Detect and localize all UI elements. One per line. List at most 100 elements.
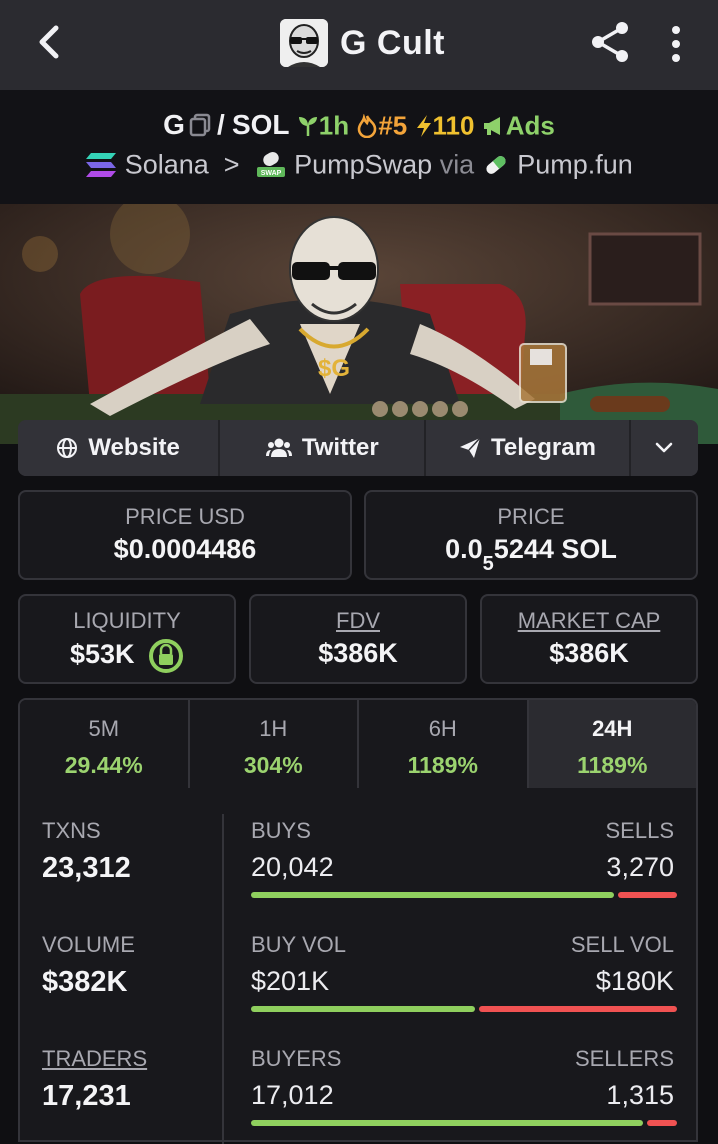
fdv-value: $386K <box>318 638 398 668</box>
liquidity-card: LIQUIDITY $53K <box>18 594 236 684</box>
tab-label: 5M <box>88 716 120 741</box>
price-native-card: PRICE 0.055244 SOL <box>364 490 698 580</box>
fdv-card: FDV $386K <box>249 594 467 684</box>
twitter-label: Twitter <box>301 434 379 461</box>
users-icon <box>265 438 292 457</box>
tab-change: 1189% <box>407 752 478 778</box>
sell-vol-bar <box>479 1006 677 1012</box>
svg-text:SWAP: SWAP <box>260 170 281 177</box>
breadcrumb-chevron: > <box>216 149 248 180</box>
pair-separator: / <box>216 109 225 141</box>
sell-vol-label: SELL VOL <box>570 932 674 957</box>
traders-label[interactable]: TRADERS <box>42 1046 147 1072</box>
sellers-label: SELLERS <box>574 1046 674 1071</box>
more-icon[interactable] <box>664 24 688 64</box>
txns-label: TXNS <box>42 818 101 843</box>
boost-tag[interactable]: 110 <box>415 109 482 140</box>
tab-change: 304% <box>243 752 303 778</box>
txns-value: 23,312 <box>42 852 131 884</box>
pill-icon <box>486 156 506 174</box>
social-links: Website Twitter Telegram <box>18 420 698 476</box>
price-native-prefix: 0.0 <box>445 534 483 564</box>
traders-value: 17,231 <box>42 1080 131 1112</box>
svg-text:$G: $G <box>318 355 350 382</box>
buyers-bar <box>251 1120 643 1126</box>
page-title: G Cult <box>340 23 445 62</box>
website-button[interactable]: Website <box>18 420 221 476</box>
sells-value: 3,270 <box>606 852 674 882</box>
bolt-icon <box>416 114 431 137</box>
transaction-stats: TXNS 23,312 BUYS 20,042 SELLS 3,270 VOLU… <box>18 788 698 1144</box>
tab-1h[interactable]: 1H 304% <box>189 700 359 788</box>
market-cap-label[interactable]: MARKET CAP <box>482 608 696 634</box>
pair-quote-symbol: SOL <box>231 109 290 141</box>
liquidity-label: LIQUIDITY <box>73 608 181 633</box>
tab-change: 1189% <box>577 752 648 778</box>
globe-icon <box>57 438 78 458</box>
ads-tag[interactable]: Ads <box>482 109 555 140</box>
more-links-button[interactable] <box>630 420 698 476</box>
price-usd-value: $0.0004486 <box>113 534 257 564</box>
dex-link[interactable]: PumpSwap <box>294 149 432 179</box>
buys-label: BUYS <box>251 818 311 843</box>
price-native-label: PRICE <box>497 504 565 529</box>
sells-label: SELLS <box>605 818 675 843</box>
tab-label: 1H <box>259 716 288 741</box>
pair-row: G / SOL 1h #5 110 Ads <box>0 108 718 141</box>
price-usd-card: PRICE USD $0.0004486 <box>18 490 352 580</box>
chain-breadcrumb: Solana > SWAP PumpSwap via Pump.fun <box>0 148 718 180</box>
telegram-label: Telegram <box>491 434 596 461</box>
sell-vol-value: $180K <box>595 966 674 996</box>
buy-vol-bar <box>251 1006 475 1012</box>
pumpswap-icon: SWAP <box>256 151 285 177</box>
tab-24h[interactable]: 24H 1189% <box>528 700 696 788</box>
banner-illustration: $G <box>0 204 718 444</box>
buys-bar <box>251 892 614 898</box>
buyers-label: BUYERS <box>251 1046 342 1071</box>
market-cap-value: $386K <box>549 638 629 668</box>
solana-icon <box>86 152 117 177</box>
timeframe-tabs: 5M 29.44% 1H 304% 6H 1189% 24H 1189% <box>18 698 698 790</box>
fdv-label[interactable]: FDV <box>251 608 465 634</box>
copy-icon[interactable] <box>189 113 211 137</box>
sellers-bar <box>647 1120 677 1126</box>
seedling-icon <box>298 116 317 136</box>
chevron-down-icon <box>656 442 673 453</box>
market-cap-card: MARKET CAP $386K <box>480 594 698 684</box>
volume-label: VOLUME <box>42 932 135 957</box>
launchpad-link[interactable]: Pump.fun <box>517 149 633 179</box>
price-usd-label: PRICE USD <box>125 504 245 529</box>
tab-label: 6H <box>428 716 457 741</box>
back-icon[interactable] <box>30 22 70 62</box>
megaphone-icon <box>483 116 500 135</box>
rank-tag[interactable]: #5 <box>356 109 414 140</box>
pair-base-symbol: G <box>163 109 185 141</box>
tab-change: 29.44% <box>64 752 143 778</box>
fire-icon <box>358 113 377 139</box>
token-banner: $G <box>0 204 718 444</box>
age-tag[interactable]: 1h <box>297 109 357 140</box>
buy-vol-label: BUY VOL <box>251 932 346 957</box>
send-icon <box>460 437 481 458</box>
sells-bar <box>618 892 677 898</box>
price-native-value: 0.055244 SOL <box>366 534 696 575</box>
via-label: via <box>439 149 475 180</box>
liquidity-value: $53K <box>69 639 135 670</box>
token-title: G Cult <box>280 18 445 68</box>
share-icon[interactable] <box>588 20 632 64</box>
tab-label: 24H <box>592 716 633 741</box>
token-avatar <box>280 19 328 67</box>
volume-value: $382K <box>42 966 128 998</box>
telegram-button[interactable]: Telegram <box>426 420 631 476</box>
twitter-button[interactable]: Twitter <box>220 420 427 476</box>
buys-value: 20,042 <box>251 852 334 882</box>
tab-5m[interactable]: 5M 29.44% <box>20 700 190 788</box>
lock-icon[interactable] <box>148 638 184 674</box>
tab-6h[interactable]: 6H 1189% <box>359 700 529 788</box>
price-native-rest: 5244 SOL <box>493 534 617 564</box>
chain-link[interactable]: Solana <box>125 149 209 179</box>
app-bar: G Cult <box>0 0 718 90</box>
buy-vol-value: $201K <box>251 966 330 996</box>
website-label: Website <box>88 434 180 461</box>
sellers-value: 1,315 <box>606 1080 674 1110</box>
